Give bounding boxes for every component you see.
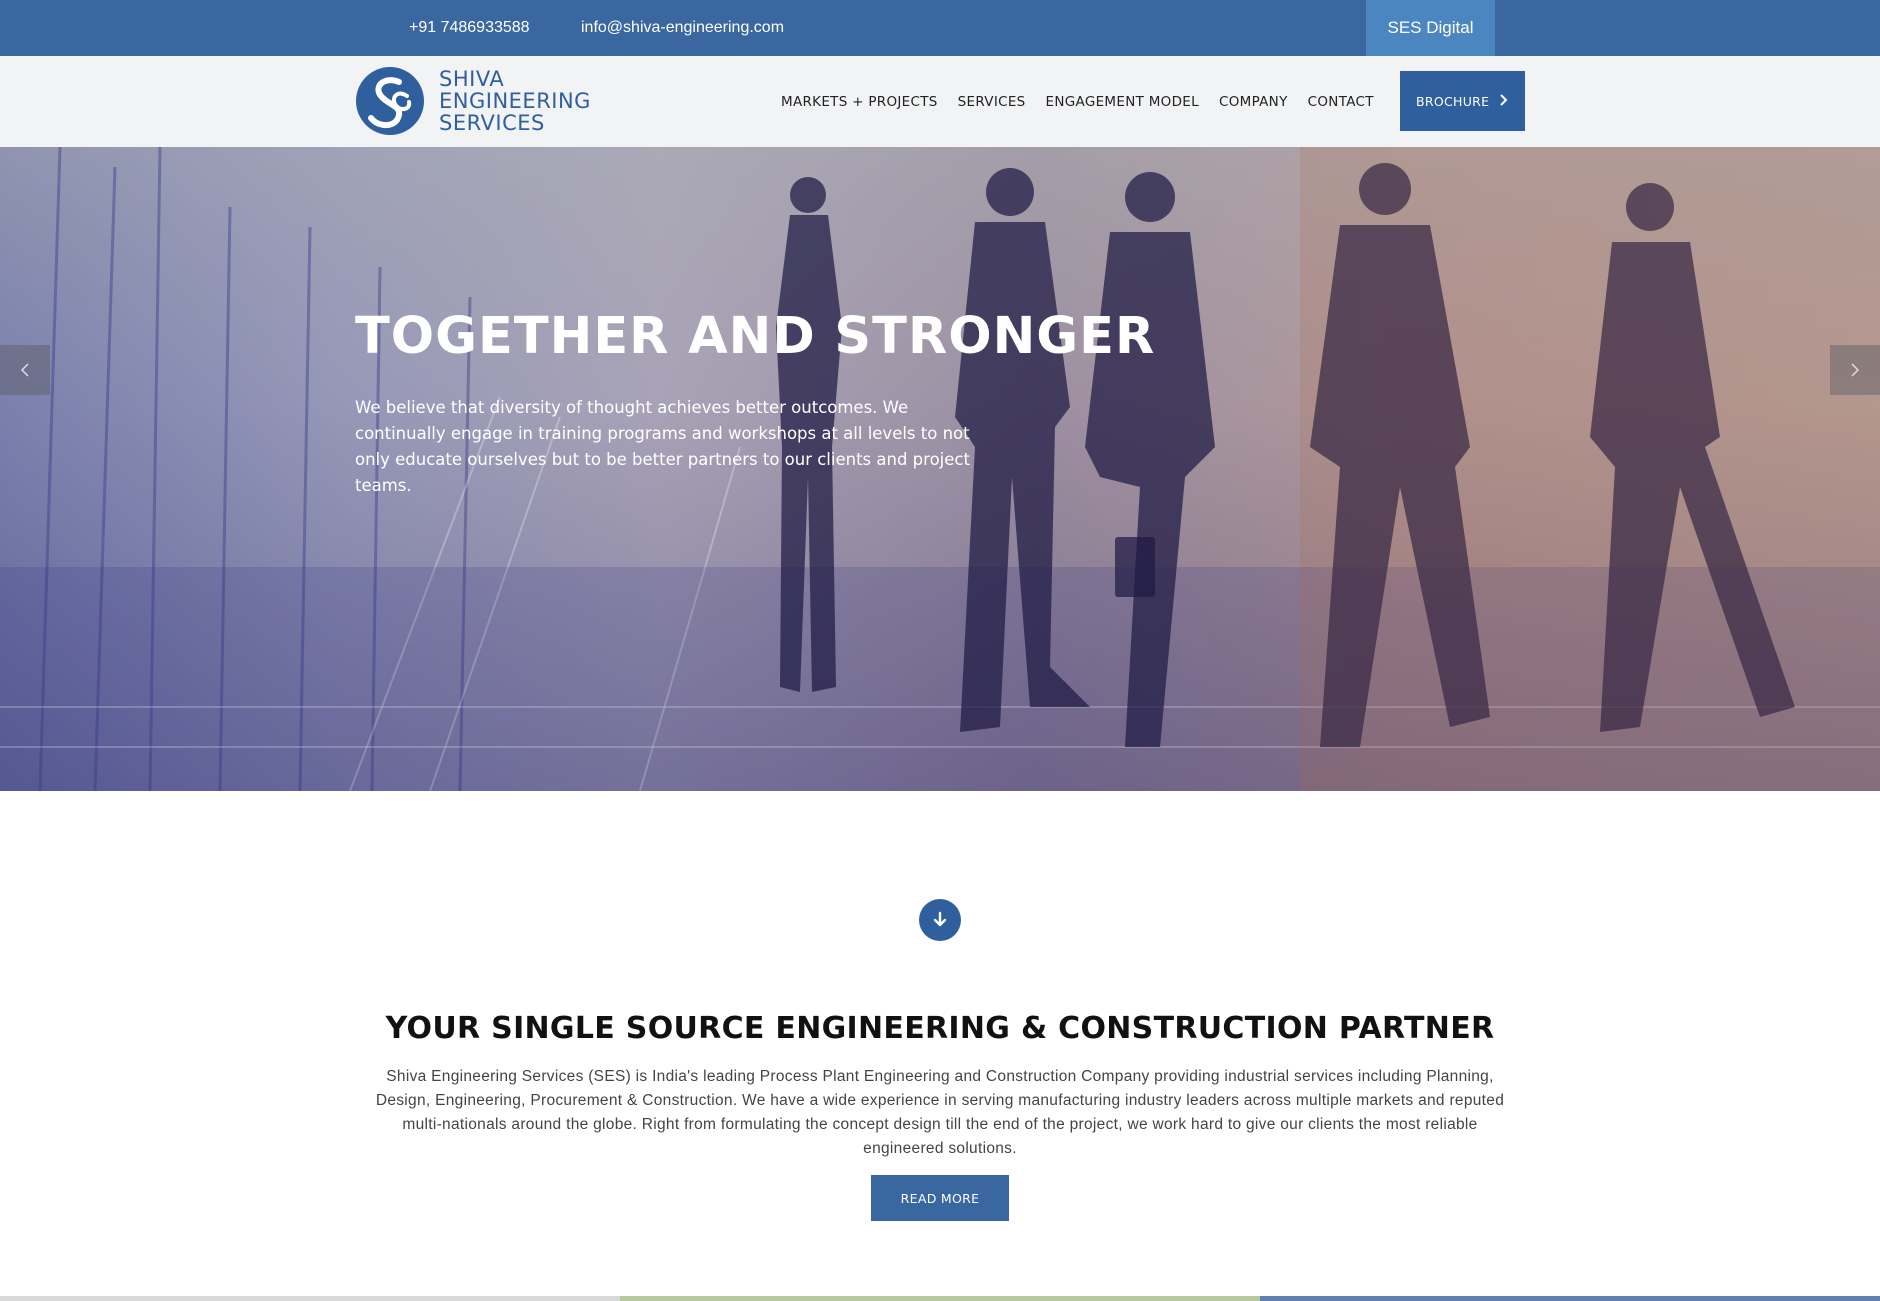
logo-line-3: SERVICES [439, 111, 545, 135]
nav-item-contact[interactable]: CONTACT [1308, 94, 1374, 110]
preview-image-2 [1260, 1296, 1880, 1301]
email-address[interactable]: info@shiva-engineering.com [581, 0, 784, 56]
brochure-label: BROCHURE [1416, 93, 1490, 109]
logo-mark-icon [356, 67, 424, 135]
intro-heading: YOUR SINGLE SOURCE ENGINEERING & CONSTRU… [385, 1011, 1495, 1046]
chevron-left-icon [20, 363, 29, 377]
slider-next-button[interactable] [1830, 345, 1880, 395]
logo-wordmark: SHIVA ENGINEERING SERVICES [439, 68, 591, 134]
site-header: SHIVA ENGINEERING SERVICES MARKETS + PRO… [0, 56, 1880, 147]
brochure-button[interactable]: BROCHURE [1400, 71, 1525, 131]
site-logo[interactable]: SHIVA ENGINEERING SERVICES [355, 66, 590, 138]
scroll-down-button[interactable] [919, 899, 961, 941]
chevron-right-icon [1500, 94, 1508, 106]
logo-line-1: SHIVA [439, 67, 505, 91]
nav-item-company[interactable]: COMPANY [1219, 94, 1288, 110]
chevron-right-icon [1851, 363, 1860, 377]
logo-line-2: ENGINEERING [439, 89, 591, 113]
nav-item-engagement-model[interactable]: ENGAGEMENT MODEL [1046, 94, 1199, 110]
hero-slider: TOGETHER AND STRONGER We believe that di… [0, 147, 1880, 791]
nav-item-markets-projects[interactable]: MARKETS + PROJECTS [781, 94, 938, 110]
arrow-down-icon [933, 911, 947, 927]
hero-description: We believe that diversity of thought ach… [355, 398, 970, 495]
main-nav: MARKETS + PROJECTS SERVICES ENGAGEMENT M… [781, 56, 1394, 147]
hero-title: TOGETHER AND STRONGER [355, 307, 1156, 366]
nav-item-services[interactable]: SERVICES [958, 94, 1026, 110]
top-contact-bar: +91 7486933588 info@shiva-engineering.co… [0, 0, 1880, 56]
intro-paragraph: Shiva Engineering Services (SES) is Indi… [375, 1068, 1505, 1157]
slider-prev-button[interactable] [0, 345, 50, 395]
preview-image-1 [620, 1296, 1260, 1301]
phone-number[interactable]: +91 7486933588 [409, 0, 530, 56]
ses-digital-button[interactable]: SES Digital [1366, 0, 1495, 56]
read-more-button[interactable]: READ MORE [871, 1175, 1009, 1221]
next-section-preview [0, 1296, 1880, 1301]
